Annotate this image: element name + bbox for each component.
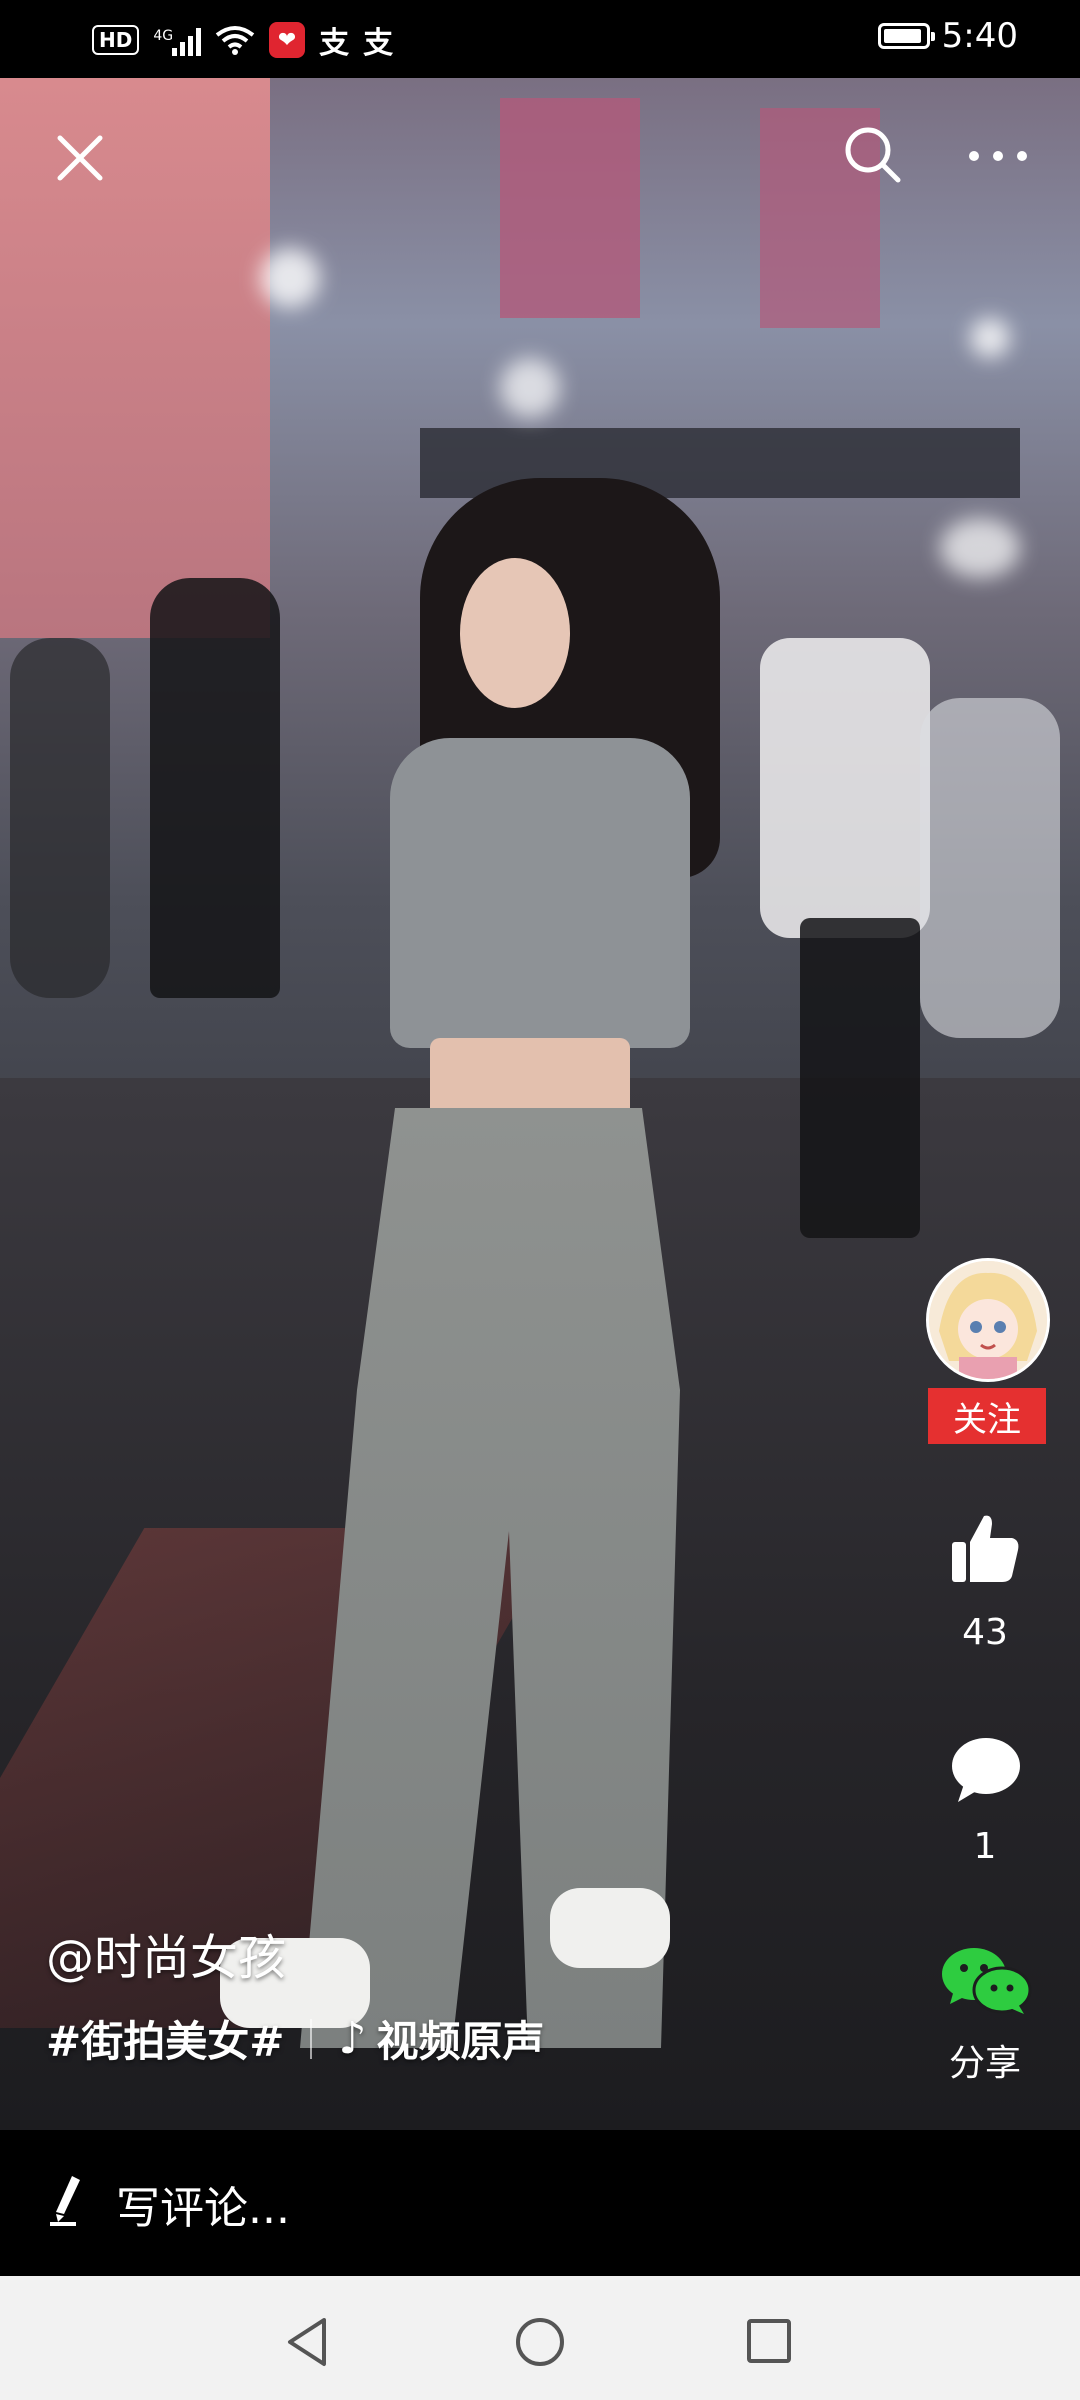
main-subject-shoe	[550, 1888, 670, 1968]
music-note-icon: ♪	[338, 2013, 367, 2064]
like-count: 43	[962, 1612, 1008, 1653]
hashtag-link[interactable]: #街拍美女#	[46, 2008, 284, 2069]
video-player[interactable]	[0, 78, 1080, 2130]
status-right: 5:40	[877, 16, 1018, 56]
search-icon[interactable]	[842, 124, 904, 186]
recents-icon[interactable]	[746, 2318, 792, 2364]
follow-button[interactable]: 关注	[928, 1388, 1046, 1444]
author-name[interactable]: @时尚女孩	[46, 1918, 286, 1988]
network-type: 4G	[153, 28, 174, 44]
pen-icon	[50, 2176, 80, 2226]
battery-icon	[877, 23, 935, 49]
comment-count: 1	[973, 1826, 997, 1867]
close-icon[interactable]	[52, 130, 108, 186]
background-person	[920, 698, 1060, 1038]
light-bokeh	[260, 248, 320, 308]
home-icon[interactable]	[514, 2316, 566, 2368]
system-nav-bar	[0, 2276, 1080, 2400]
wechat-share-icon[interactable]	[940, 1946, 1032, 2016]
music-link[interactable]: 视频原声	[376, 2008, 544, 2069]
background-person	[10, 638, 110, 998]
signal-icon: 4G	[153, 24, 202, 56]
hd-badge: HD	[92, 25, 140, 55]
pay-icon-1: 支	[319, 26, 350, 61]
main-subject-top	[390, 738, 690, 1048]
main-subject-midriff	[430, 1038, 630, 1118]
back-icon[interactable]	[282, 2316, 332, 2368]
caption-divider	[310, 2018, 313, 2059]
pay-icon-2: 支	[363, 26, 394, 61]
caption-tags: #街拍美女# ♪ 视频原声	[46, 2008, 545, 2069]
building-sign	[500, 98, 640, 318]
status-left: HD 4G ❤ 支 支	[92, 18, 393, 62]
background-person	[800, 918, 920, 1238]
comment-bar[interactable]: 写评论...	[0, 2130, 1080, 2276]
more-icon[interactable]	[966, 148, 1030, 164]
clock: 5:40	[941, 16, 1018, 56]
comment-icon[interactable]	[950, 1736, 1022, 1804]
light-bokeh	[970, 318, 1010, 358]
app-notification-icon: ❤	[269, 22, 306, 58]
share-label[interactable]: 分享	[900, 2034, 1070, 2086]
main-subject-face	[460, 558, 570, 708]
background-person	[150, 578, 280, 998]
thumbs-up-icon[interactable]	[950, 1512, 1020, 1584]
pink-column	[0, 78, 270, 638]
comment-input[interactable]: 写评论...	[116, 2172, 290, 2236]
avatar-illustration	[929, 1261, 1047, 1379]
background-person	[760, 638, 930, 938]
author-avatar[interactable]	[926, 1258, 1050, 1382]
status-bar: HD 4G ❤ 支 支 5:40	[0, 0, 1080, 78]
wifi-icon	[215, 26, 255, 55]
light-bokeh	[500, 358, 560, 418]
app-notification-glyph: ❤	[277, 27, 297, 53]
light-bokeh	[940, 518, 1020, 578]
